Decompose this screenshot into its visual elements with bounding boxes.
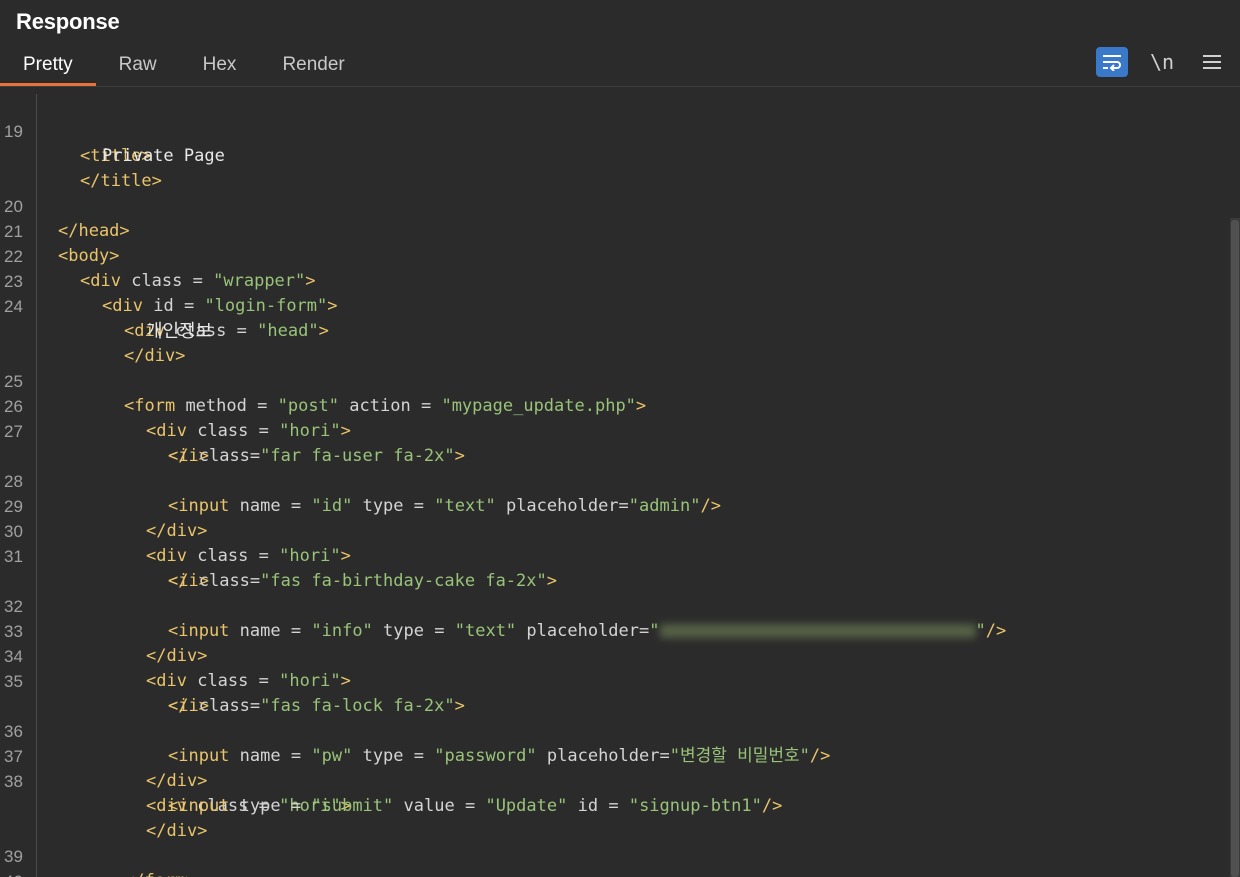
code-line: </i> [168, 571, 209, 591]
code-line: 30 <div class = "hori"> [0, 494, 351, 566]
line-number: 40 [4, 869, 30, 877]
code-line: </i> [168, 446, 209, 466]
code-line: 26 <div class = "hori"> [0, 369, 351, 441]
scrollbar-thumb[interactable] [1231, 220, 1239, 877]
code-line: 19 <title> [0, 94, 152, 166]
code-line: 31 <i class="fas fa-birthday-cake fa-2x"… [0, 519, 557, 591]
attr-value: "hori" [279, 421, 341, 441]
attr-value: "signup-btn1" [628, 796, 762, 816]
newline-button[interactable]: \n [1146, 47, 1178, 77]
attr-value: "pw" [311, 746, 353, 766]
page-title-text: Private Page [102, 146, 225, 166]
redacted-placeholder [659, 624, 976, 638]
attr-value: "hori" [279, 671, 341, 691]
newline-icon: \n [1149, 50, 1175, 74]
menu-icon [1203, 55, 1221, 69]
code-line: </title> [80, 171, 162, 191]
attr-value: "password" [434, 746, 537, 766]
code-line: </div> [146, 821, 208, 841]
attr-value: "admin" [628, 496, 701, 516]
tab-pretty[interactable]: Pretty [0, 50, 96, 86]
code-line: 28 <input name = "id" type = "text" plac… [0, 444, 721, 516]
code-line: 32 <input name = "info" type = "text" pl… [0, 569, 1006, 641]
header-divider [0, 86, 1240, 87]
code-line: <input type = "submit" value = "Update" … [168, 796, 783, 816]
code-line: 38 <div class = "hori"> [0, 744, 351, 816]
code-line: 39 </form> [0, 819, 196, 877]
code-line: 36 <input name = "pw" type = "password" … [0, 694, 830, 766]
tab-render[interactable]: Render [259, 50, 367, 84]
menu-button[interactable] [1196, 47, 1228, 77]
wrap-lines-button[interactable] [1096, 47, 1128, 77]
attr-value: "far fa-user fa-2x" [260, 446, 455, 466]
code-line: 25 <form method = "post" action = "mypag… [0, 344, 646, 416]
tab-hex[interactable]: Hex [180, 50, 260, 84]
attr-value: "hori" [279, 546, 341, 566]
wrap-lines-icon [1103, 55, 1121, 71]
tab-raw[interactable]: Raw [96, 50, 180, 84]
attr-value: "submit" [311, 796, 394, 816]
code-line: 23 <div id = "login-form"> [0, 244, 338, 316]
head-text: 개인정보 [146, 321, 213, 342]
attr-value: "post" [277, 396, 340, 416]
code-line: 20 </head> [0, 169, 130, 241]
code-line: 개인정보 [0, 294, 212, 342]
code-line: 22 <div class = "wrapper"> [0, 219, 316, 291]
code-line: 24 <div class = "head"> [0, 269, 329, 341]
attr-value: "text" [454, 621, 517, 641]
code-line: 40 </div> [0, 844, 41, 877]
code-line: 35 <i class="fas fa-lock fa-2x"> [0, 644, 465, 716]
code-viewer[interactable]: 19 <title> Private Page </title> 20 </he… [0, 94, 1230, 877]
view-tabs: Pretty Raw Hex Render [0, 50, 368, 86]
attr-value: "info" [311, 621, 373, 641]
attr-value: "변경할 비밀번호" [669, 746, 810, 766]
code-line: 27 <i class="far fa-user fa-2x"> [0, 394, 465, 466]
attr-value: "Update" [485, 796, 568, 816]
attr-value: "head" [257, 321, 319, 341]
code-line: 33 </div> [0, 594, 207, 666]
attr-value: "login-form" [204, 296, 328, 316]
code-line: 37 </div> [0, 719, 207, 791]
code-line: </div> [124, 346, 186, 366]
panel-title: Response [16, 9, 120, 34]
attr-value: "fas fa-birthday-cake fa-2x" [260, 571, 547, 591]
attr-value: "fas fa-lock fa-2x" [260, 696, 455, 716]
code-line: Private Page [0, 119, 225, 166]
attr-value: "id" [311, 496, 353, 516]
attr-value: "text" [434, 496, 496, 516]
response-header: Response Pretty Raw Hex Render \n [0, 0, 1240, 88]
code-line: 21 <body> [0, 194, 119, 266]
code-line: 29 </div> [0, 469, 207, 541]
attr-value: "wrapper" [213, 271, 306, 291]
code-line: </i> [168, 696, 209, 716]
view-toolbar: \n [1096, 47, 1228, 77]
attr-value: "mypage_update.php" [441, 396, 636, 416]
code-line: 34 <div class = "hori"> [0, 619, 351, 691]
